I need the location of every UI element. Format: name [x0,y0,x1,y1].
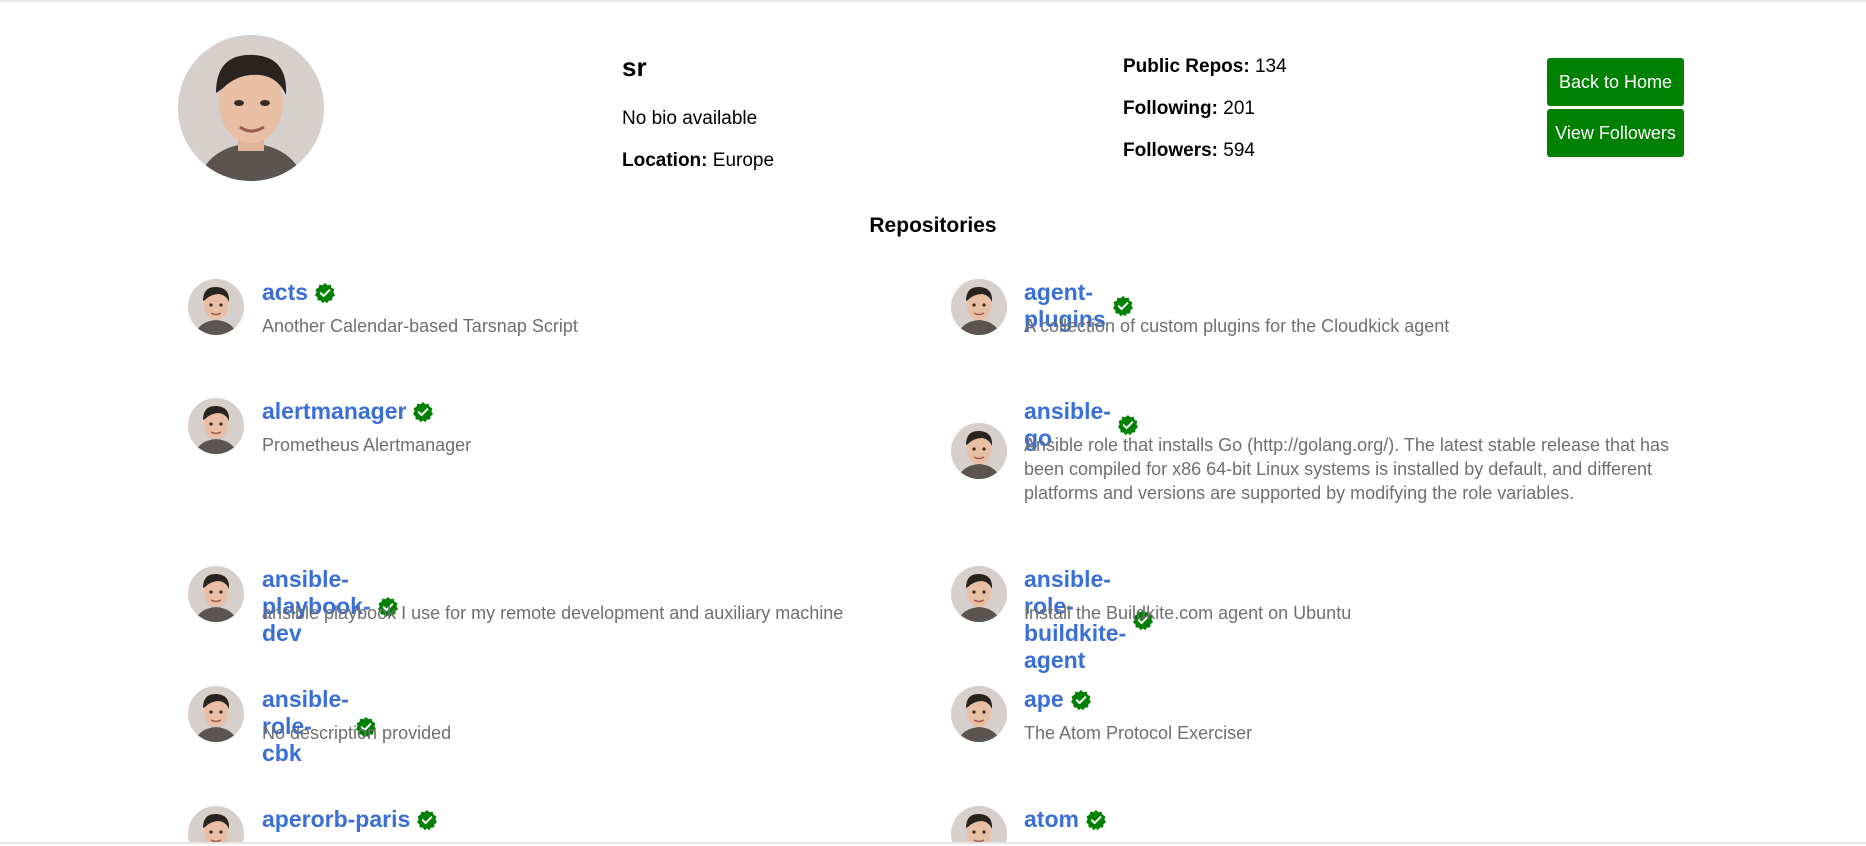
profile-bio: No bio available [622,108,758,129]
repo-description: A collection of custom plugins for the C… [1024,316,1450,336]
repo-owner-avatar [951,686,1007,742]
repo-item: aperorb-paris [188,806,788,842]
stat-value: 201 [1223,98,1255,119]
location-value: Europe [712,150,775,171]
verified-badge-icon [416,809,438,831]
repo-name-link[interactable]: ape [1024,686,1064,713]
repo-name-link[interactable]: atom [1024,806,1079,833]
profile-header: sr No bio available Location: Europe Pub… [0,0,1866,210]
stat-followers: Followers: 594 [1123,140,1255,162]
stat-label: Following: [1123,98,1218,119]
repo-item: atom [951,806,1551,842]
back-to-home-button[interactable]: Back to Home [1547,58,1684,106]
location-label: Location: [622,150,708,171]
profile-username: sr [622,52,647,82]
repositories-heading: Repositories [869,214,997,237]
stat-value: 594 [1223,140,1255,161]
repo-description: Prometheus Alertmanager [262,435,472,455]
repo-description: Ansible role that installs Go (http://go… [1024,435,1670,503]
repo-name-link[interactable]: acts [262,279,308,306]
repo-owner-avatar [951,566,1007,622]
repo-owner-avatar [188,806,244,842]
stat-public-repos: Public Repos: 134 [1123,56,1287,78]
stat-label: Followers: [1123,140,1219,161]
view-followers-button[interactable]: View Followers [1547,109,1684,157]
profile-avatar [178,35,324,181]
verified-badge-icon [412,401,434,423]
repo-description: Another Calendar-based Tarsnap Script [262,316,578,336]
repo-description: Install the Buildkite.com agent on Ubunt… [1024,603,1352,623]
repo-owner-avatar [188,398,244,454]
repo-owner-avatar [951,806,1007,842]
verified-badge-icon [1070,689,1092,711]
repo-owner-avatar [188,279,244,335]
stat-following: Following: 201 [1123,98,1255,120]
repo-owner-avatar [188,566,244,622]
verified-badge-icon [314,282,336,304]
repo-owner-avatar [188,686,244,742]
profile-location: Location: Europe [622,150,774,172]
repo-name-link[interactable]: aperorb-paris [262,806,410,833]
verified-badge-icon [1085,809,1107,831]
repo-description: No description provided [262,723,452,743]
bottom-divider [0,842,1866,844]
repo-description: ansible playbook I use for my remote dev… [262,603,844,623]
repo-name-link[interactable]: alertmanager [262,398,406,425]
stat-value: 134 [1254,56,1287,77]
repo-description: The Atom Protocol Exerciser [1024,723,1253,743]
repo-owner-avatar [951,279,1007,335]
repo-owner-avatar [951,423,1007,479]
stat-label: Public Repos: [1123,56,1250,77]
